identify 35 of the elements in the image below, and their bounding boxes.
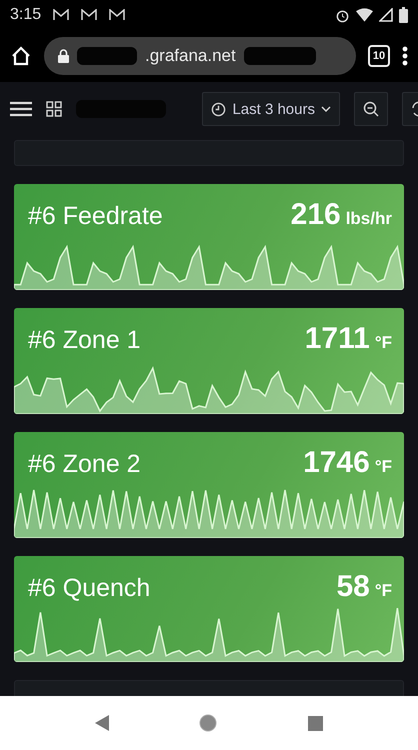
clock-time: 3:15 — [10, 6, 42, 24]
mail-icon — [81, 9, 98, 21]
panel-title: #6 Zone 2 — [28, 450, 141, 479]
overview-icon[interactable] — [308, 716, 323, 730]
alarm-icon — [335, 8, 350, 22]
zoom-out-button[interactable] — [354, 92, 388, 126]
panel-title: #6 Feedrate — [28, 202, 163, 231]
back-icon[interactable] — [95, 715, 110, 731]
zoom-out-icon — [363, 101, 379, 117]
caret-icon — [321, 106, 331, 112]
address-bar[interactable]: .grafana.net — [44, 37, 356, 75]
mail-icon — [53, 9, 70, 21]
stat-unit: °F — [374, 333, 392, 353]
panel-title: #6 Quench — [28, 574, 150, 603]
stat-unit: lbs/hr — [346, 209, 392, 229]
panel-title: #6 Zone 1 — [28, 326, 141, 355]
clock-icon — [211, 102, 226, 116]
stat-unit: °F — [374, 581, 392, 601]
stat-value: 216 — [290, 198, 341, 232]
wifi-icon — [356, 8, 373, 22]
stat-value: 1746 — [303, 446, 370, 480]
mail-icon — [109, 9, 126, 21]
stat-value: 1711 — [304, 322, 370, 356]
time-range-picker[interactable]: Last 3 hours — [202, 92, 340, 126]
stat-value: 58 — [336, 570, 370, 604]
url-text: .grafana.net — [145, 46, 236, 66]
signal-icon — [379, 8, 393, 22]
redaction-mark — [77, 47, 137, 65]
battery-icon — [399, 7, 408, 23]
tab-count[interactable]: 10 — [368, 45, 390, 67]
dashboard-icon[interactable] — [46, 101, 62, 117]
menu-icon[interactable] — [10, 101, 32, 117]
lock-icon — [58, 49, 69, 63]
more-icon[interactable] — [402, 46, 408, 66]
stat-unit: °F — [374, 457, 392, 477]
